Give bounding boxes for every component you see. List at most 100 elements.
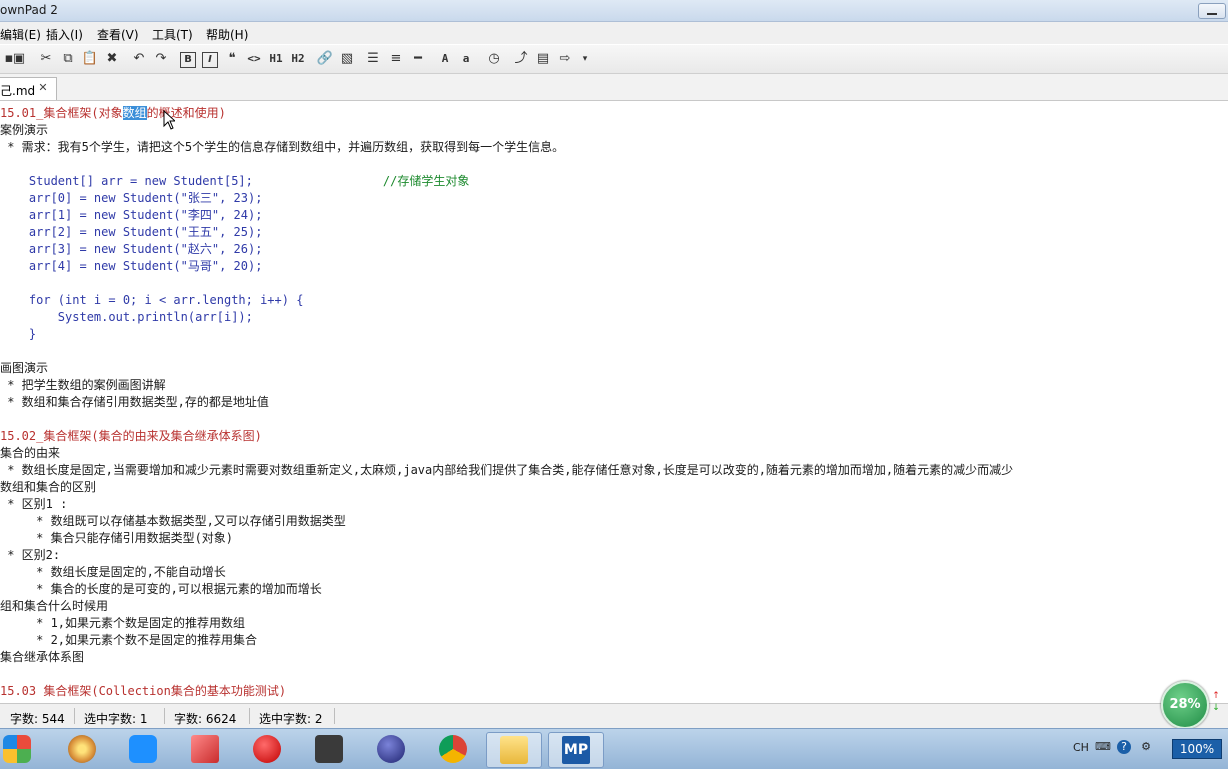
code-line: arr[3] = new Student("赵六", 26); (0, 241, 263, 258)
menu-insert[interactable]: 插入(I) (46, 26, 83, 43)
line-text: arr[0] = new Student("张三", 23); (0, 191, 263, 205)
horizontal-rule-icon[interactable]: ━ (409, 50, 427, 68)
code-line: for (int i = 0; i < arr.length; i++) { (0, 292, 304, 309)
quote-icon[interactable]: ❝ (223, 50, 241, 68)
timestamp-icon[interactable]: ◷ (485, 50, 503, 68)
line-text: * 数组长度是固定的,不能自动增长 (0, 565, 226, 579)
line-text: 集合继承体系图 (0, 650, 85, 664)
line-text: 数组和集合的区别 (0, 480, 97, 494)
tab-document[interactable]: 己.md ✕ (0, 77, 57, 100)
code-line: System.out.println(arr[i]); (0, 309, 253, 326)
toolbar: ▪ ▣ ✂ ⧉ 📋 ✖ ↶ ↷ B I ❝ <> H1 H2 🔗 ▧ ☰ ≡ ━… (0, 45, 1228, 74)
line-text: * 区别1 : (0, 497, 68, 511)
zoom-badge[interactable]: 28% (1161, 681, 1209, 729)
tray-zoom-level[interactable]: 100% (1172, 739, 1222, 759)
taskbar-app-chrome[interactable] (426, 732, 480, 766)
line-text: arr[1] = new Student("李四", 24); (0, 208, 263, 222)
line-text: 画图演示 (0, 361, 49, 375)
menu-view[interactable]: 查看(V) (97, 26, 139, 43)
line-text: * 2,如果元素个数不是固定的推荐用集合 (0, 633, 258, 647)
speed-arrows-icon: ↑ ↓ (1212, 691, 1220, 713)
text-line: 组和集合什么时候用 (0, 598, 108, 615)
line-text: * 把学生数组的案例画图讲解 (0, 378, 166, 392)
text-line: 画图演示 (0, 360, 48, 377)
heading-line: 15.03 集合框架(Collection集合的基本功能测试) (0, 683, 286, 700)
image-icon[interactable]: ▧ (338, 50, 356, 68)
line-text: * 集合的长度的是可变的,可以根据元素的增加而增长 (0, 582, 322, 596)
line-text: * 区别2: (0, 548, 61, 562)
menu-edit[interactable]: 编辑(E) (0, 26, 41, 43)
toolbar-overflow-icon[interactable]: ▾ (576, 50, 594, 68)
sync-icon[interactable]: ⤴ (512, 50, 530, 68)
status-separator (249, 708, 250, 724)
keyboard-icon[interactable]: ⌨ (1095, 740, 1111, 754)
line-text: 组和集合什么时候用 (0, 599, 109, 613)
status-word-count: 字数: 544 (10, 712, 65, 726)
title-bar: ownPad 2 (0, 0, 1228, 22)
menu-tools[interactable]: 工具(T) (152, 26, 193, 43)
status-total-count: 字数: 6624 (174, 712, 237, 726)
line-text: 15.02_集合框架(集合的由来及集合继承体系图) (0, 429, 262, 443)
taskbar-app-camera[interactable] (302, 732, 356, 766)
paint-icon (68, 735, 96, 763)
menu-help[interactable]: 帮助(H) (206, 26, 248, 43)
code-line: arr[0] = new Student("张三", 23); (0, 190, 263, 207)
bullet-list-icon[interactable]: ☰ (364, 50, 382, 68)
taskbar-app-qq[interactable] (116, 732, 170, 766)
font-large-icon[interactable]: A (436, 50, 454, 68)
text-line: 集合继承体系图 (0, 649, 84, 666)
text-line: * 需求：我有5个学生，请把这个5个学生的信息存储到数组中，并遍历数组，获取得到… (0, 139, 564, 156)
bold-icon[interactable]: B (180, 52, 196, 68)
heading1-icon[interactable]: H1 (267, 50, 285, 68)
help-icon[interactable]: ? (1117, 740, 1131, 754)
editor-area[interactable]: 15.01_集合框架(对象数组的概述和使用) 案例演示 * 需求：我有5个学生，请… (0, 101, 1228, 702)
code-line: arr[4] = new Student("马哥", 20); (0, 258, 263, 275)
taskbar-app-eclipse[interactable] (364, 732, 418, 766)
folder-icon (500, 736, 528, 764)
link-icon[interactable]: 🔗 (316, 50, 334, 68)
text-line: 案例演示 (0, 122, 48, 139)
export-icon[interactable]: ⇨ (556, 50, 574, 68)
menu-bar: 编辑(E) 插入(I) 查看(V) 工具(T) 帮助(H) (0, 22, 1228, 44)
paste-icon[interactable]: 📋 (81, 50, 99, 68)
cut-icon[interactable]: ✂ (37, 50, 55, 68)
code-line: arr[2] = new Student("王五", 25); (0, 224, 263, 241)
tray-language[interactable]: CH (1073, 741, 1089, 754)
taskbar-app-markdownpad[interactable]: MP (548, 732, 604, 768)
taskbar-app-recorder[interactable] (240, 732, 294, 766)
undo-icon[interactable]: ↶ (130, 50, 148, 68)
markdownpad-icon: MP (562, 736, 590, 764)
line-text: for (int i = 0; i < arr.length; i++) { (0, 293, 304, 307)
heading2-icon[interactable]: H2 (289, 50, 307, 68)
minimize-button[interactable] (1198, 3, 1226, 19)
code-comment: //存储学生对象 (382, 174, 470, 188)
close-icon[interactable]: ✕ (37, 82, 49, 94)
preview-icon[interactable]: ▤ (534, 50, 552, 68)
save-all-icon[interactable]: ▣ (10, 50, 28, 68)
tray-settings-icon[interactable]: ⚙ (1139, 740, 1153, 754)
text-line: * 数组和集合存储引用数据类型,存的都是地址值 (0, 394, 269, 411)
taskbar-app-notepad[interactable] (178, 732, 232, 766)
code-line: Student[] arr = new Student[5]; //存储学生对象 (0, 173, 469, 190)
line-text: arr[4] = new Student("马哥", 20); (0, 259, 263, 273)
line-text: System.out.println(arr[i]); (0, 310, 253, 324)
redo-icon[interactable]: ↷ (152, 50, 170, 68)
text-line: * 区别2: (0, 547, 60, 564)
taskbar-app-windows[interactable] (0, 732, 44, 766)
taskbar-app-paint[interactable] (55, 732, 109, 766)
delete-icon[interactable]: ✖ (103, 50, 121, 68)
copy-icon[interactable]: ⧉ (59, 50, 77, 68)
text-line: * 集合的长度的是可变的,可以根据元素的增加而增长 (0, 581, 322, 598)
numbered-list-icon[interactable]: ≡ (387, 50, 405, 68)
text-line: * 区别1 : (0, 496, 67, 513)
line-text: * 数组和集合存储引用数据类型,存的都是地址值 (0, 395, 269, 409)
italic-icon[interactable]: I (202, 52, 218, 68)
text-line: * 数组既可以存储基本数据类型,又可以存储引用数据类型 (0, 513, 346, 530)
chat-app-icon (129, 735, 157, 763)
code-icon[interactable]: <> (245, 50, 263, 68)
line-text: arr[3] = new Student("赵六", 26); (0, 242, 263, 256)
taskbar-app-explorer[interactable] (486, 732, 542, 768)
font-small-icon[interactable]: a (457, 50, 475, 68)
status-separator (74, 708, 75, 724)
record-icon (253, 735, 281, 763)
